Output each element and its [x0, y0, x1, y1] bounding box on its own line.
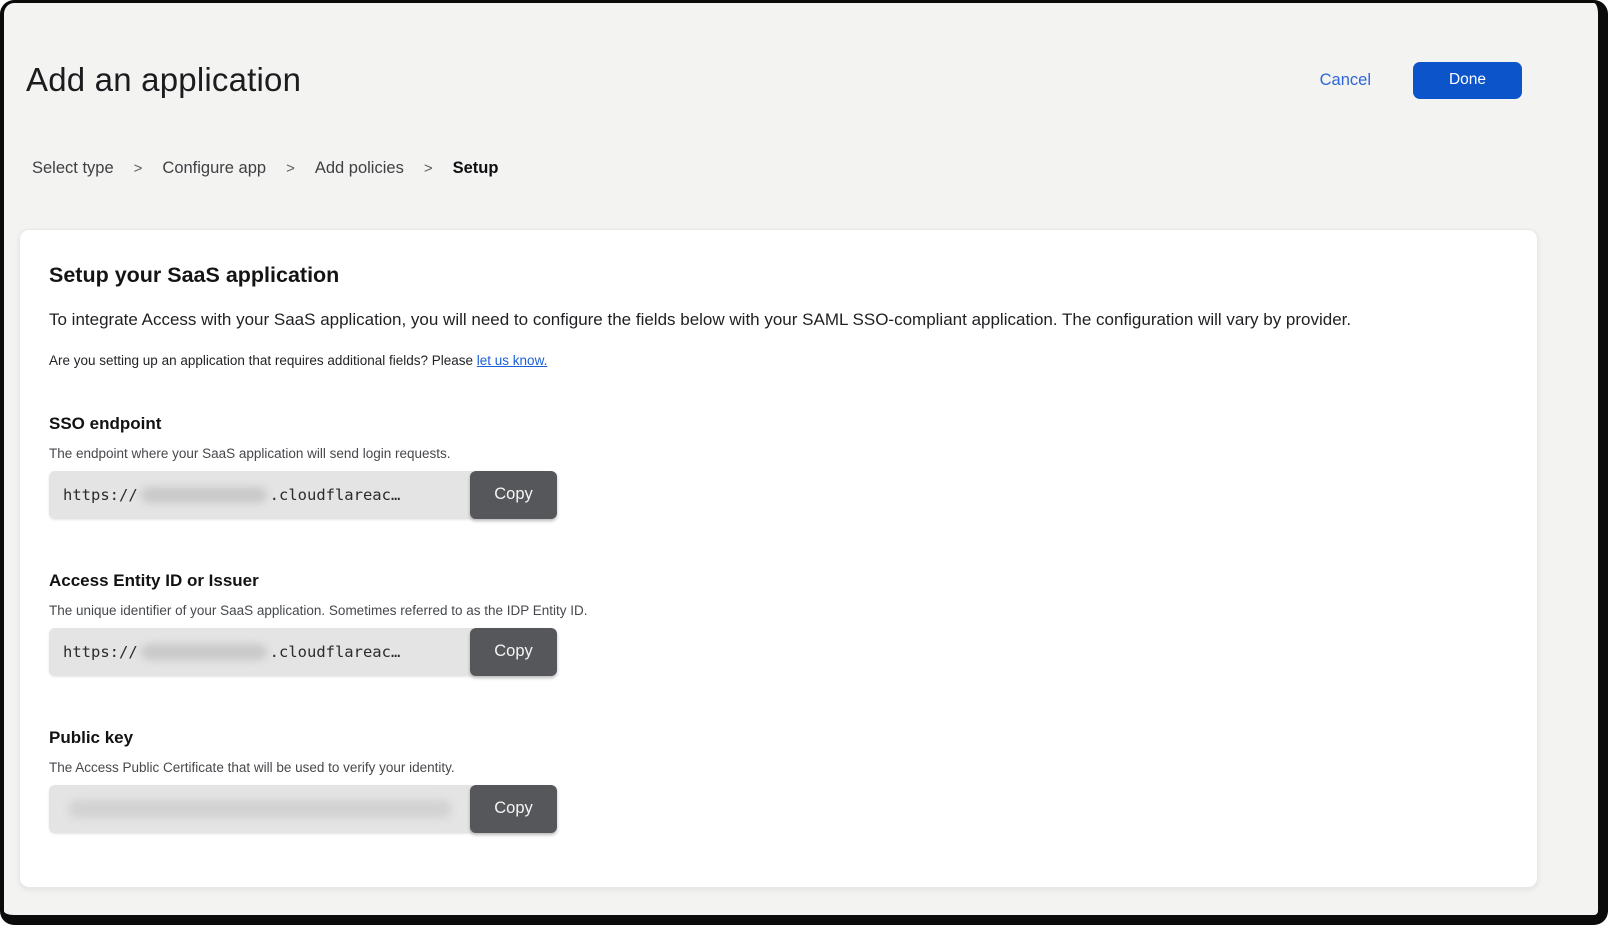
public-key-label: Public key — [49, 728, 1507, 748]
card-intro-text: To integrate Access with your SaaS appli… — [49, 309, 1507, 332]
breadcrumb-separator: > — [424, 160, 433, 177]
field-group-entity-id: Access Entity ID or Issuer The unique id… — [49, 571, 1507, 676]
public-key-bar: Copy — [49, 785, 557, 833]
page-header: Add an application Cancel Done — [4, 3, 1598, 99]
field-group-sso-endpoint: SSO endpoint The endpoint where your Saa… — [49, 414, 1507, 519]
breadcrumb-step-select-type[interactable]: Select type — [32, 159, 114, 178]
note-text: Are you setting up an application that r… — [49, 353, 477, 368]
sso-endpoint-copy-button[interactable]: Copy — [470, 471, 557, 519]
breadcrumb: Select type > Configure app > Add polici… — [32, 159, 1598, 178]
card-note: Are you setting up an application that r… — [49, 353, 1507, 368]
page-title: Add an application — [26, 61, 301, 99]
field-group-public-key: Public key The Access Public Certificate… — [49, 728, 1507, 833]
redacted-segment — [141, 644, 267, 660]
breadcrumb-step-add-policies[interactable]: Add policies — [315, 159, 404, 178]
let-us-know-link[interactable]: let us know. — [477, 353, 548, 368]
public-key-value — [49, 785, 477, 833]
value-prefix: https:// — [63, 486, 138, 504]
breadcrumb-step-configure-app[interactable]: Configure app — [162, 159, 266, 178]
sso-endpoint-description: The endpoint where your SaaS application… — [49, 446, 1507, 461]
cancel-button[interactable]: Cancel — [1320, 71, 1371, 90]
entity-id-value: https:// .cloudflareac… — [49, 628, 477, 676]
value-suffix: .cloudflareac… — [270, 643, 401, 661]
entity-id-bar: https:// .cloudflareac… Copy — [49, 628, 557, 676]
setup-card: Setup your SaaS application To integrate… — [19, 229, 1538, 888]
redacted-segment — [69, 800, 451, 818]
sso-endpoint-value: https:// .cloudflareac… — [49, 471, 477, 519]
breadcrumb-separator: > — [286, 160, 295, 177]
breadcrumb-separator: > — [134, 160, 143, 177]
public-key-copy-button[interactable]: Copy — [470, 785, 557, 833]
public-key-description: The Access Public Certificate that will … — [49, 760, 1507, 775]
value-suffix: .cloudflareac… — [270, 486, 401, 504]
entity-id-label: Access Entity ID or Issuer — [49, 571, 1507, 591]
entity-id-description: The unique identifier of your SaaS appli… — [49, 603, 1507, 618]
sso-endpoint-label: SSO endpoint — [49, 414, 1507, 434]
header-actions: Cancel Done — [1320, 62, 1522, 99]
sso-endpoint-bar: https:// .cloudflareac… Copy — [49, 471, 557, 519]
redacted-segment — [141, 487, 267, 503]
card-heading: Setup your SaaS application — [49, 263, 1507, 288]
app-window: Add an application Cancel Done Select ty… — [0, 0, 1608, 925]
done-button[interactable]: Done — [1413, 62, 1522, 99]
entity-id-copy-button[interactable]: Copy — [470, 628, 557, 676]
breadcrumb-step-setup: Setup — [453, 159, 499, 178]
value-prefix: https:// — [63, 643, 138, 661]
